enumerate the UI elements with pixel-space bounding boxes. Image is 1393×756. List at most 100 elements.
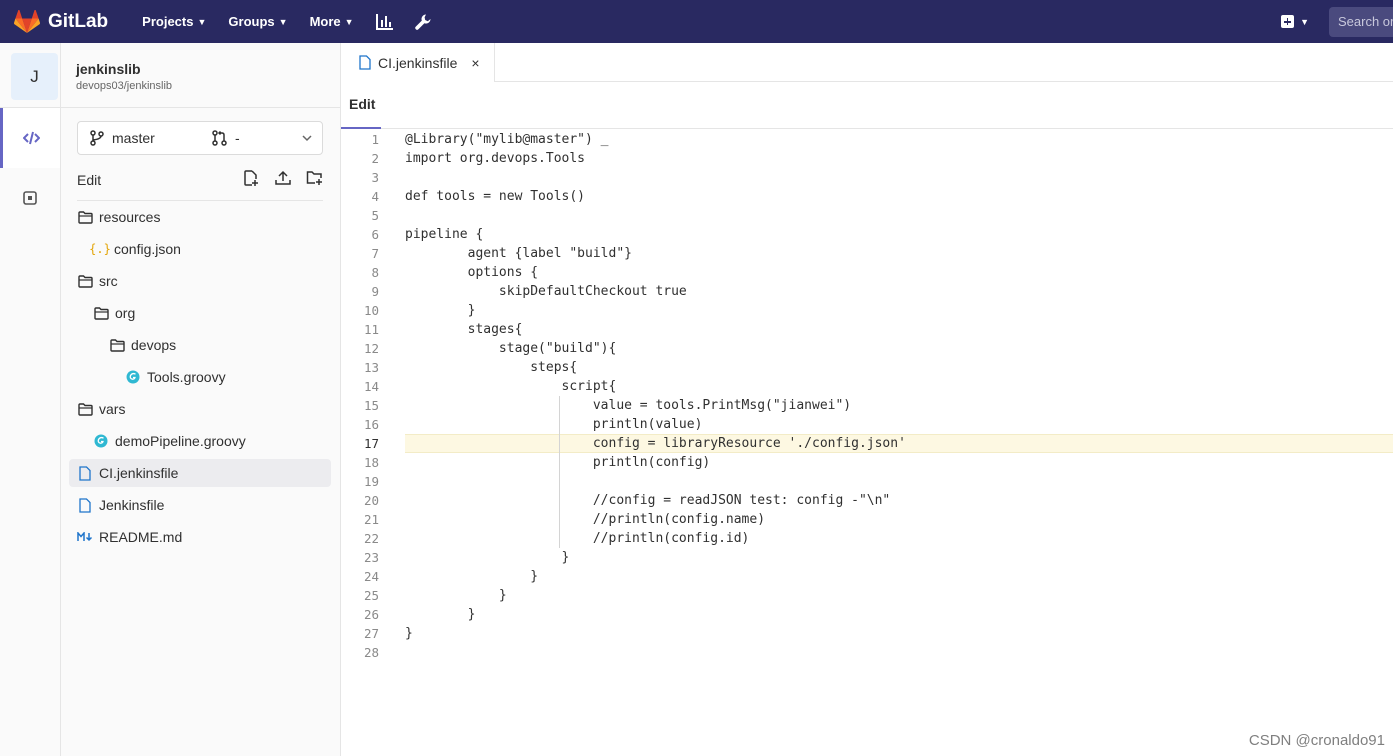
code-text: import org.devops.Tools bbox=[405, 151, 586, 166]
code-line[interactable]: 3 bbox=[341, 168, 1393, 187]
line-number: 25 bbox=[363, 588, 379, 603]
nav-projects[interactable]: Projects ▼ bbox=[142, 14, 206, 29]
line-number: 22 bbox=[363, 531, 379, 546]
tree-item-devops[interactable]: devops bbox=[109, 331, 176, 359]
nav-groups[interactable]: Groups ▼ bbox=[228, 14, 287, 29]
code-line[interactable]: 20 //config = readJSON test: config -"\n… bbox=[341, 491, 1393, 510]
code-text: println(value) bbox=[405, 417, 703, 432]
code-text: value = tools.PrintMsg("jianwei") bbox=[405, 398, 852, 413]
tree-item-demopipeline-groovy[interactable]: demoPipeline.groovy bbox=[93, 427, 246, 455]
project-name[interactable]: jenkinslib bbox=[76, 61, 141, 77]
file-tab-ci-jenkinsfile[interactable]: CI.jenkinsfile × bbox=[341, 43, 495, 83]
new-item-button[interactable]: ▼ bbox=[1281, 15, 1309, 28]
tree-item-org[interactable]: org bbox=[93, 299, 135, 327]
code-line[interactable]: 16 println(value) bbox=[341, 415, 1393, 434]
activity-chart-icon[interactable] bbox=[375, 13, 393, 30]
ide-activity-bar: J bbox=[0, 43, 61, 756]
code-line[interactable]: 24 } bbox=[341, 567, 1393, 586]
tree-item-label: devops bbox=[131, 337, 177, 353]
code-line[interactable]: 23 } bbox=[341, 548, 1393, 567]
code-text: } bbox=[405, 626, 413, 641]
search-input[interactable]: Search or jump to... bbox=[1329, 6, 1393, 37]
code-line[interactable]: 4 def tools = new Tools() bbox=[341, 187, 1393, 206]
code-text: options { bbox=[405, 265, 539, 280]
branch-selector[interactable]: master - bbox=[77, 121, 323, 155]
nav-groups-label: Groups bbox=[228, 14, 275, 29]
code-line[interactable]: 2 import org.devops.Tools bbox=[341, 149, 1393, 168]
tree-item-readme-md[interactable]: README.md bbox=[77, 523, 182, 551]
file-icon bbox=[359, 55, 371, 70]
code-text: //println(config.name) bbox=[405, 512, 766, 527]
code-line[interactable]: 13 steps{ bbox=[341, 358, 1393, 377]
wrench-icon[interactable] bbox=[414, 14, 431, 30]
code-line[interactable]: 10 } bbox=[341, 301, 1393, 320]
gitlab-logo[interactable]: GitLab bbox=[14, 9, 108, 34]
tree-item-vars[interactable]: vars bbox=[77, 395, 125, 423]
tree-item-resources[interactable]: resources bbox=[77, 203, 160, 231]
edit-mode-button[interactable] bbox=[0, 108, 60, 168]
tree-item-label: src bbox=[99, 273, 118, 289]
upload-file-button[interactable] bbox=[259, 170, 291, 186]
line-number: 11 bbox=[363, 322, 379, 337]
nav-more[interactable]: More ▼ bbox=[310, 14, 354, 29]
gitlab-tanuki-icon bbox=[14, 9, 40, 33]
review-mode-button[interactable] bbox=[0, 168, 60, 228]
tree-item-label: Tools.groovy bbox=[147, 369, 226, 385]
line-number: 19 bbox=[363, 474, 379, 489]
tree-item-ci-jenkinsfile[interactable]: CI.jenkinsfile bbox=[69, 459, 331, 487]
line-number: 27 bbox=[363, 626, 379, 641]
code-text: } bbox=[405, 303, 476, 318]
code-line[interactable]: 26 } bbox=[341, 605, 1393, 624]
code-line[interactable]: 15 value = tools.PrintMsg("jianwei") bbox=[341, 396, 1393, 415]
folder-icon bbox=[77, 274, 93, 288]
code-line[interactable]: 14 script{ bbox=[341, 377, 1393, 396]
code-text: //config = readJSON test: config -"\n" bbox=[405, 493, 891, 508]
code-line[interactable]: 17 config = libraryResource './config.js… bbox=[341, 434, 1393, 453]
groovy-icon bbox=[125, 370, 141, 384]
tree-item-src[interactable]: src bbox=[77, 267, 118, 295]
code-line[interactable]: 11 stages{ bbox=[341, 320, 1393, 339]
code-text: script{ bbox=[405, 379, 617, 394]
tab-edit[interactable]: Edit bbox=[341, 82, 381, 129]
code-line[interactable]: 27} bbox=[341, 624, 1393, 643]
close-icon[interactable]: × bbox=[471, 55, 479, 71]
tree-item-jenkinsfile[interactable]: Jenkinsfile bbox=[77, 491, 164, 519]
line-number: 6 bbox=[371, 227, 379, 242]
tree-item-label: org bbox=[115, 305, 136, 321]
code-text: } bbox=[405, 588, 507, 603]
code-line[interactable]: 8 options { bbox=[341, 263, 1393, 282]
code-editor[interactable]: 1 @Library("mylib@master") _ 2 import org.d… bbox=[341, 130, 1393, 662]
folder-icon bbox=[93, 306, 109, 320]
review-icon bbox=[23, 191, 37, 205]
line-number: 4 bbox=[371, 189, 379, 204]
code-text: steps{ bbox=[405, 360, 578, 375]
code-line[interactable]: 12 stage("build"){ bbox=[341, 339, 1393, 358]
indent-guide bbox=[559, 396, 560, 548]
code-text: //println(config.id) bbox=[405, 531, 750, 546]
line-number: 20 bbox=[363, 493, 379, 508]
code-line[interactable]: 21 //println(config.name) bbox=[341, 510, 1393, 529]
tree-item-label: README.md bbox=[99, 529, 183, 545]
code-line[interactable]: 1 @Library("mylib@master") _ bbox=[341, 130, 1393, 149]
code-line[interactable]: 28 bbox=[341, 643, 1393, 662]
code-line[interactable]: 6 pipeline { bbox=[341, 225, 1393, 244]
tree-item-config-json[interactable]: {.} config.json bbox=[89, 235, 181, 263]
code-line[interactable]: 19 bbox=[341, 472, 1393, 491]
code-text: config = libraryResource './config.json' bbox=[405, 436, 906, 451]
code-line[interactable]: 25 } bbox=[341, 586, 1393, 605]
top-navbar: GitLab Projects ▼ Groups ▼ More ▼ ▼ Sear… bbox=[0, 0, 1393, 43]
new-file-button[interactable] bbox=[227, 170, 259, 186]
json-icon: {.} bbox=[89, 242, 111, 256]
tree-item-tools-groovy[interactable]: Tools.groovy bbox=[125, 363, 226, 391]
code-line[interactable]: 22 //println(config.id) bbox=[341, 529, 1393, 548]
project-avatar[interactable]: J bbox=[11, 53, 58, 100]
code-text: @Library("mylib@master") _ bbox=[405, 132, 609, 147]
tree-item-label: CI.jenkinsfile bbox=[99, 465, 179, 481]
branch-icon bbox=[90, 130, 104, 146]
chevron-down-icon bbox=[302, 135, 312, 142]
code-line[interactable]: 18 println(config) bbox=[341, 453, 1393, 472]
new-folder-button[interactable] bbox=[291, 170, 323, 186]
code-line[interactable]: 5 bbox=[341, 206, 1393, 225]
code-line[interactable]: 9 skipDefaultCheckout true bbox=[341, 282, 1393, 301]
code-line[interactable]: 7 agent {label "build"} bbox=[341, 244, 1393, 263]
